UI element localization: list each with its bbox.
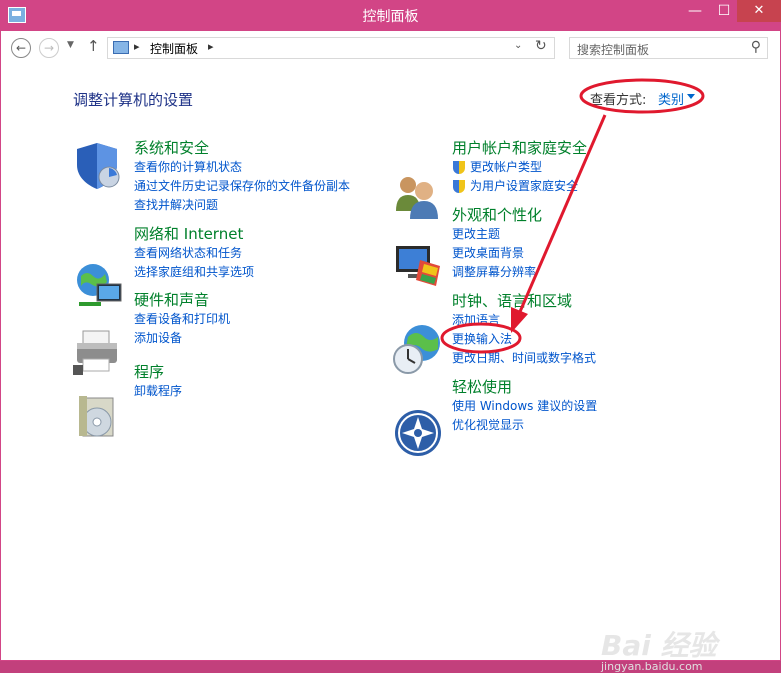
control-panel-window: 控制面板 — ☐ ✕ ← → ▼ ↑ ▸ 控制面板 ▸ ⌄ ↻ 搜索控制面板 ⚲… bbox=[0, 0, 781, 673]
annotation-ellipse-input-method bbox=[440, 322, 522, 354]
watermark-url: jingyan.baidu.com bbox=[601, 660, 703, 673]
window-title: 控制面板 bbox=[362, 9, 419, 25]
annotation-overlay bbox=[440, 78, 705, 354]
watermark-logo: Bai 经验 bbox=[601, 629, 717, 662]
maximize-button[interactable]: ☐ bbox=[711, 0, 737, 22]
annotation-arrowhead bbox=[511, 307, 528, 333]
close-button[interactable]: ✕ bbox=[737, 0, 781, 22]
client-area: ← → ▼ ↑ ▸ 控制面板 ▸ ⌄ ↻ 搜索控制面板 ⚲ 调整计算机的设置 查… bbox=[1, 31, 780, 673]
annotation-arrow-line bbox=[517, 114, 607, 315]
title-bar[interactable]: 控制面板 — ☐ ✕ bbox=[0, 0, 781, 31]
minimize-button[interactable]: — bbox=[680, 0, 710, 22]
annotation-ellipse-view-by bbox=[579, 78, 705, 114]
